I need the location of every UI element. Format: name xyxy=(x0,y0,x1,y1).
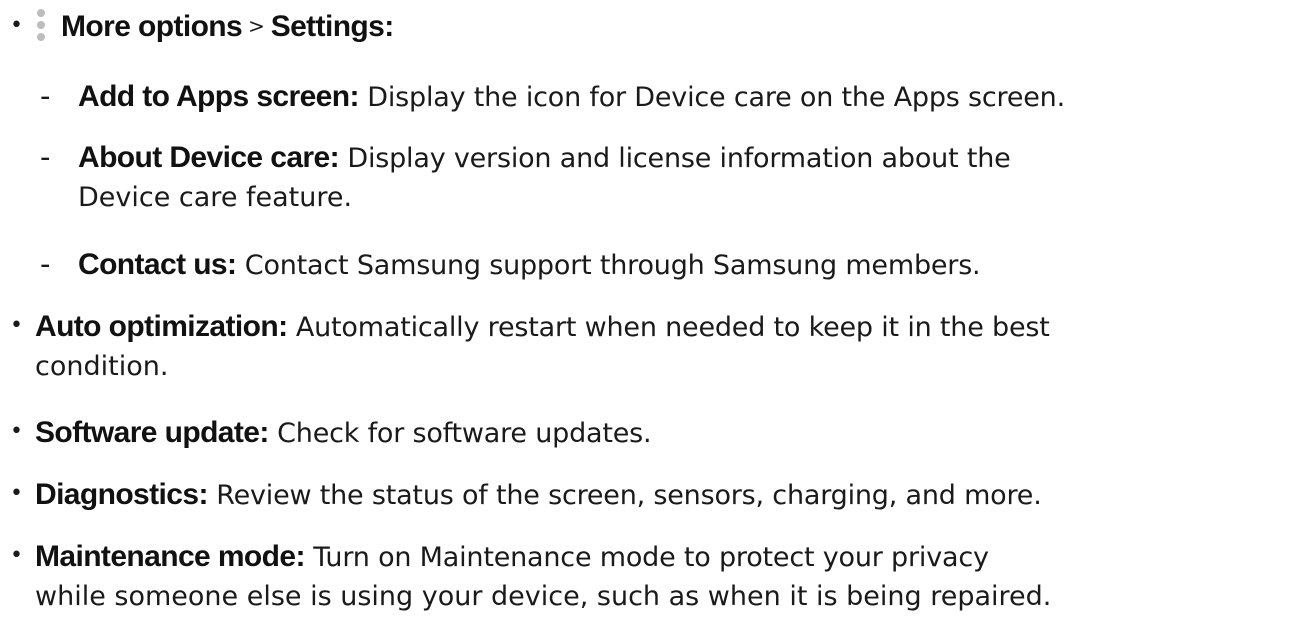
item-term: Auto optimization: xyxy=(35,310,288,343)
sub-item-about-device-care: - About Device care: Display version and… xyxy=(0,138,1309,176)
bullet: • xyxy=(10,13,23,38)
item-term: Maintenance mode: xyxy=(35,540,305,573)
item-text: Software update: Check for software upda… xyxy=(35,413,652,453)
sub-item-add-to-apps: - Add to Apps screen: Display the icon f… xyxy=(0,77,1309,115)
sub-item-text: About Device care: Display version and l… xyxy=(78,138,1011,178)
path-separator: > xyxy=(248,14,265,38)
more-options-settings-item: • More options > Settings: xyxy=(0,7,1309,45)
sub-item-contact-us: - Contact us: Contact Samsung support th… xyxy=(0,245,1309,283)
sub-item-text: Contact us: Contact Samsung support thro… xyxy=(78,245,981,285)
bullet: • xyxy=(10,481,23,506)
sub-item-desc: Display the icon for Device care on the … xyxy=(358,82,1065,113)
item-desc: Turn on Maintenance mode to protect your… xyxy=(304,542,989,573)
item-desc: Review the status of the screen, sensors… xyxy=(207,480,1042,511)
item-text: Diagnostics: Review the status of the sc… xyxy=(35,475,1042,515)
dash: - xyxy=(40,140,51,174)
sub-item-term: Add to Apps screen: xyxy=(78,80,359,113)
sub-item-term: Contact us: xyxy=(78,248,237,281)
settings-document: • More options > Settings: - Add to Apps s… xyxy=(0,0,1309,638)
item-desc: Check for software updates. xyxy=(268,418,652,449)
bullet: • xyxy=(10,313,23,338)
dash: - xyxy=(40,247,51,281)
item-term: Software update: xyxy=(35,416,269,449)
sub-item-text: Add to Apps screen: Display the icon for… xyxy=(78,77,1065,117)
sub-item-term: About Device care: xyxy=(78,141,340,174)
item-maintenance-mode: • Maintenance mode: Turn on Maintenance … xyxy=(0,537,1309,575)
item-term: Diagnostics: xyxy=(35,478,208,511)
item-diagnostics: • Diagnostics: Review the status of the … xyxy=(0,475,1309,513)
more-options-settings-path: More options > Settings: xyxy=(35,7,394,46)
more-options-label: More options xyxy=(61,10,243,43)
item-software-update: • Software update: Check for software up… xyxy=(0,413,1309,451)
sub-item-desc: Contact Samsung support through Samsung … xyxy=(236,250,981,281)
item-text: Maintenance mode: Turn on Maintenance mo… xyxy=(35,537,989,577)
bullet: • xyxy=(10,419,23,444)
item-desc: Automatically restart when needed to kee… xyxy=(287,312,1050,343)
item-continuation: while someone else is using your device,… xyxy=(35,581,1052,612)
bullet: • xyxy=(10,543,23,568)
item-continuation: condition. xyxy=(35,351,169,382)
dash: - xyxy=(40,79,51,113)
item-auto-optimization: • Auto optimization: Automatically resta… xyxy=(0,307,1309,345)
item-text: Auto optimization: Automatically restart… xyxy=(35,307,1050,347)
settings-label: Settings: xyxy=(270,10,395,43)
sub-item-desc: Display version and license information … xyxy=(338,143,1011,174)
sub-item-continuation: Device care feature. xyxy=(78,182,353,213)
more-options-icon xyxy=(37,9,45,41)
